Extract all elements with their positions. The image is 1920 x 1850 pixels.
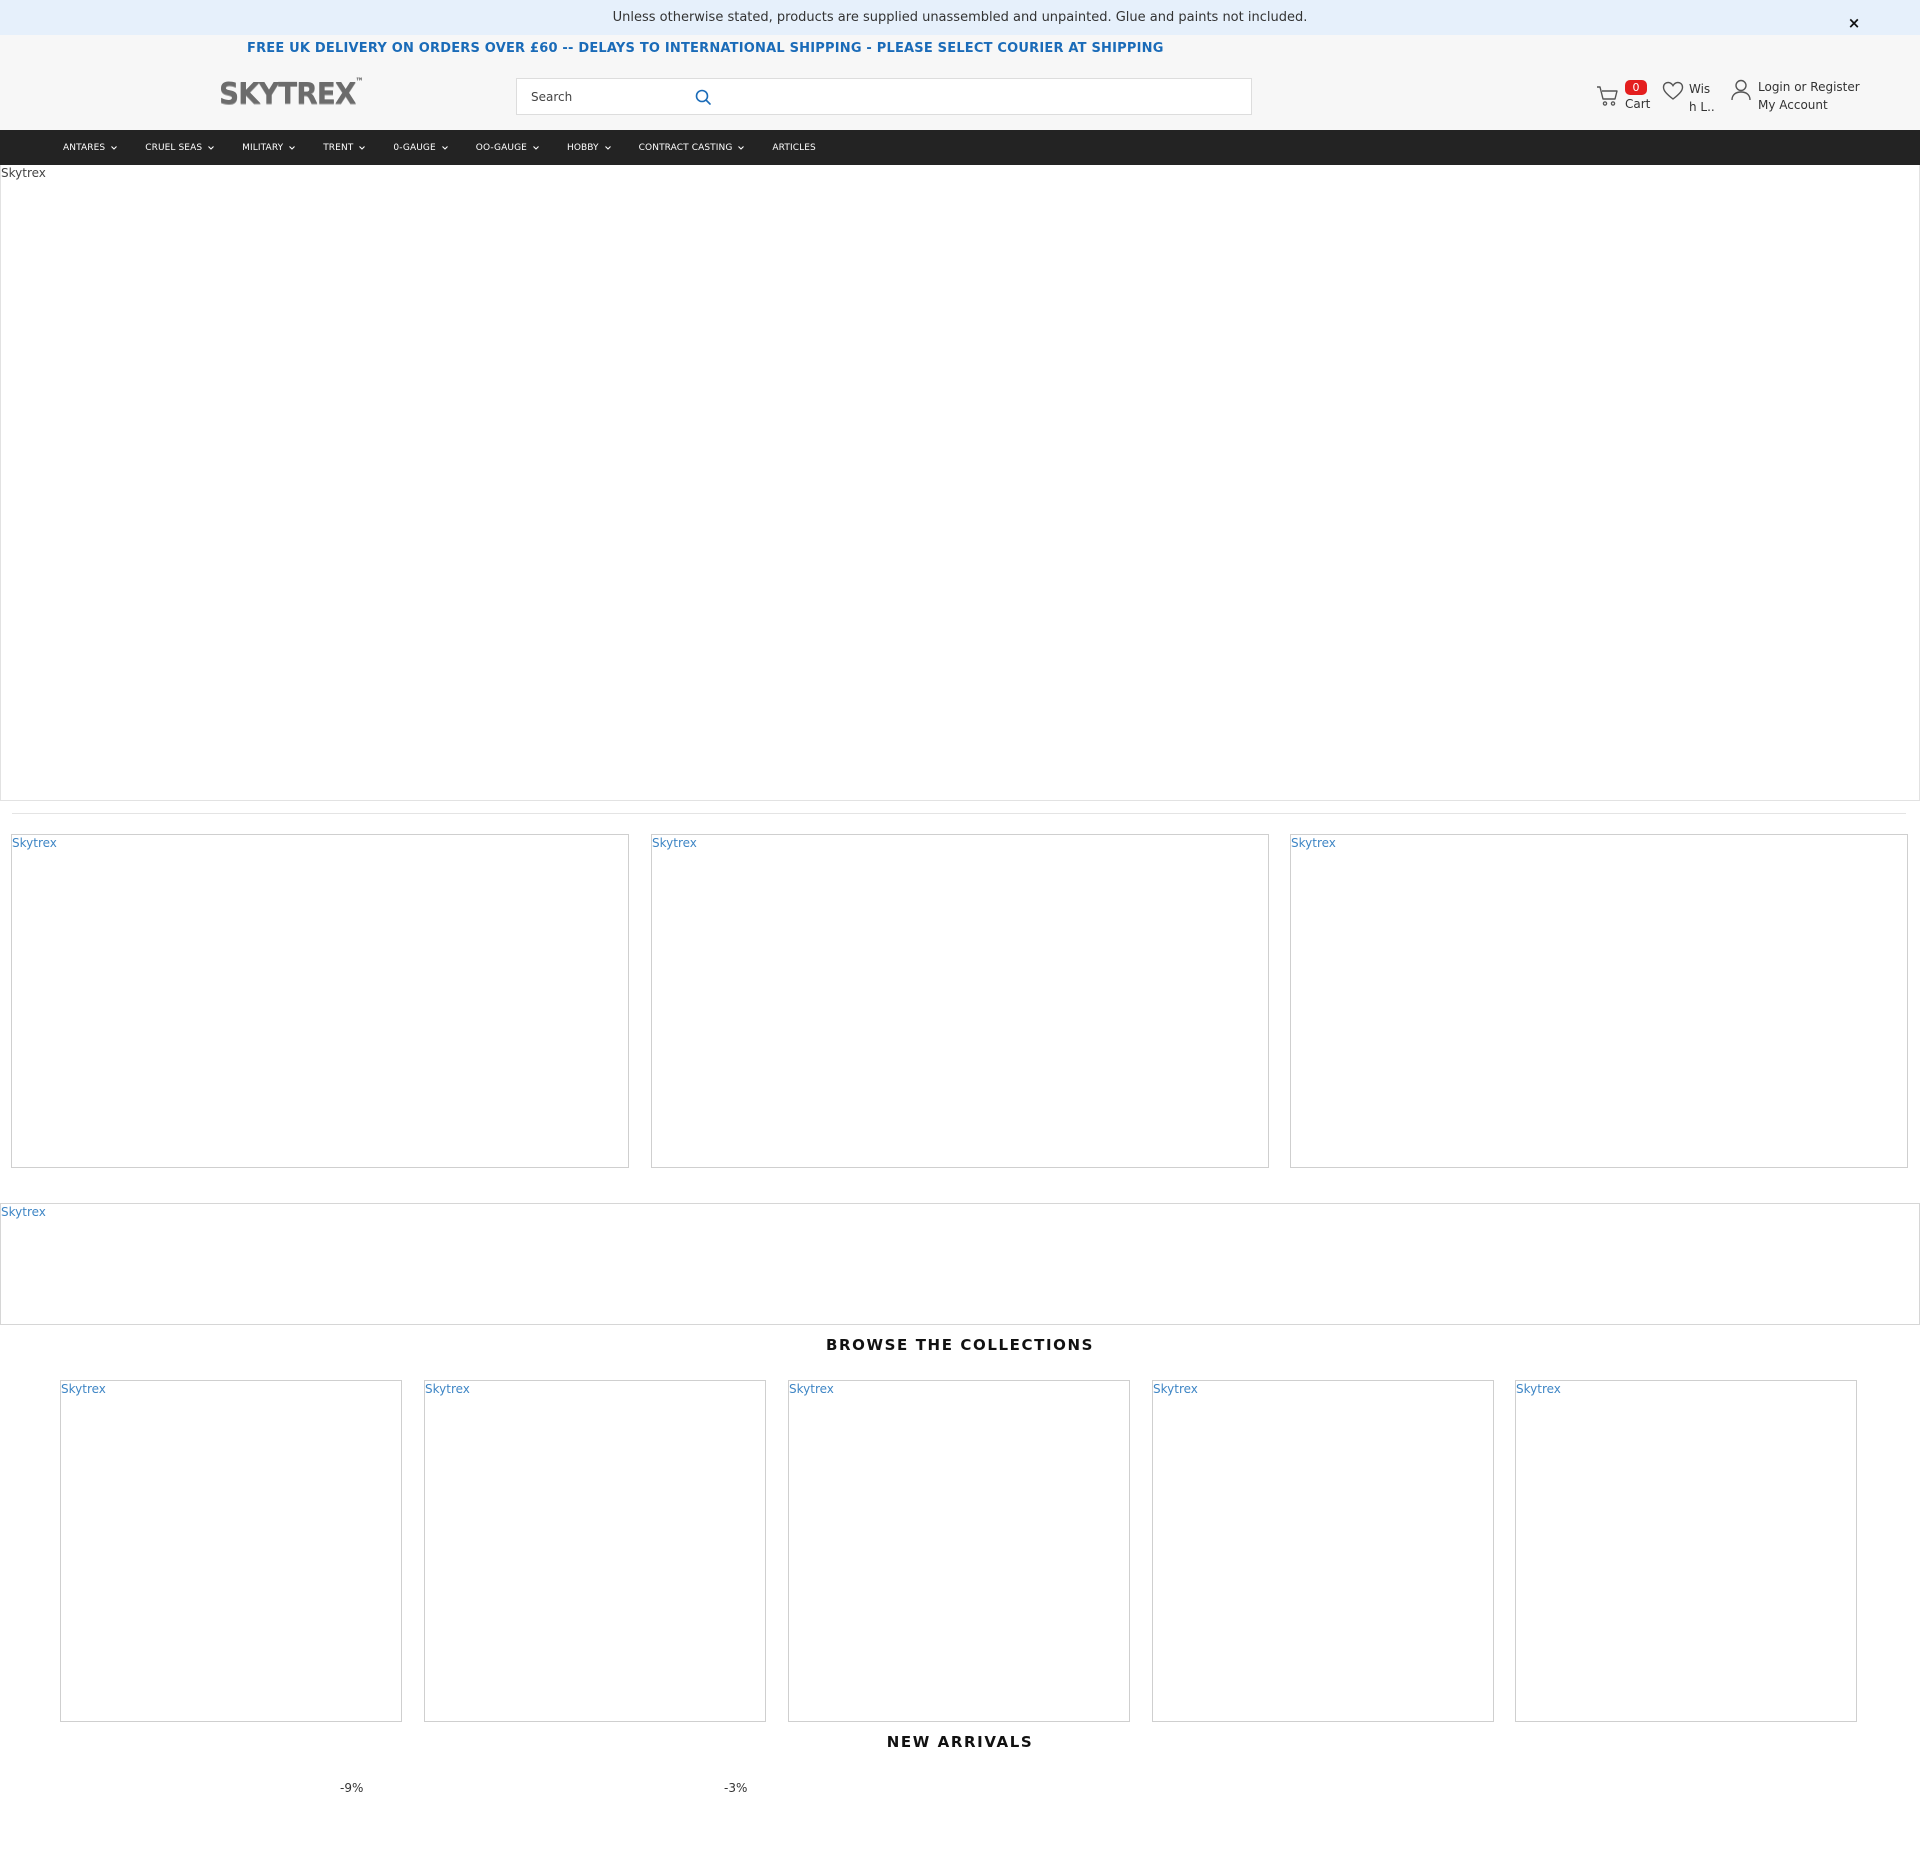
chevron-down-icon <box>289 145 296 150</box>
nav-item-oo-gauge[interactable]: OO-GAUGE <box>476 143 540 153</box>
chevron-down-icon <box>441 145 448 150</box>
nav-item-0-gauge[interactable]: 0-GAUGE <box>393 143 448 153</box>
nav-item-cruel-seas[interactable]: CRUEL SEAS <box>145 143 215 153</box>
feature-tile-3[interactable]: Skytrex <box>1290 834 1908 1168</box>
discount-badge: -9% <box>340 1781 364 1795</box>
search-icon[interactable] <box>694 88 712 106</box>
nav-item-label: TRENT <box>323 142 354 153</box>
wishlist-label: Wish L.. <box>1689 82 1715 114</box>
collection-tile-1[interactable]: Skytrex <box>60 1380 402 1722</box>
new-arrivals-title: NEW ARRIVALS <box>886 1733 1034 1751</box>
chevron-down-icon <box>111 145 118 150</box>
cart-icon <box>1597 86 1618 106</box>
collection-tile-4[interactable]: Skytrex <box>1152 1380 1494 1722</box>
promo-banner-text: FREE UK DELIVERY ON ORDERS OVER £60 -- D… <box>247 41 1164 56</box>
search-box <box>516 78 1252 115</box>
banner-alt: Skytrex <box>1 1205 46 1219</box>
nav-item-contract-casting[interactable]: CONTRACT CASTING <box>639 143 746 153</box>
main-nav: ANTARES CRUEL SEAS MILITARY TRENT 0-GAUGE OO-… <box>0 130 1920 165</box>
hero-image[interactable]: Skytrex <box>0 165 1920 801</box>
discount-badge: -3% <box>724 1781 748 1795</box>
nav-list: ANTARES CRUEL SEAS MILITARY TRENT 0-GAUGE OO-… <box>63 130 843 165</box>
wide-banner[interactable]: Skytrex <box>0 1203 1920 1325</box>
chevron-down-icon <box>208 145 215 150</box>
collection-tile-3[interactable]: Skytrex <box>788 1380 1130 1722</box>
chevron-down-icon <box>604 145 611 150</box>
nav-item-label: 0-GAUGE <box>393 142 436 153</box>
cart-button[interactable]: 0 Cart <box>1596 78 1656 122</box>
nav-item-military[interactable]: MILITARY <box>242 143 296 153</box>
chevron-down-icon <box>359 145 366 150</box>
account-area: Login or Register My Account <box>1731 78 1871 122</box>
search-input[interactable] <box>529 85 689 109</box>
login-register-link[interactable]: Login or Register <box>1758 80 1860 94</box>
nav-item-label: HOBBY <box>566 142 599 153</box>
nav-item-label: OO-GAUGE <box>475 142 527 153</box>
chevron-down-icon <box>533 145 539 150</box>
cart-label: Cart <box>1625 97 1651 111</box>
nav-item-label: CRUEL SEAS <box>145 142 203 153</box>
collection-tile-alt: Skytrex <box>1153 1382 1198 1396</box>
feature-tile-1[interactable]: Skytrex <box>11 834 629 1168</box>
logo-text: SKYTREX <box>219 76 357 111</box>
collection-tile-alt: Skytrex <box>789 1382 834 1396</box>
nav-item-label: ARTICLES <box>772 142 816 153</box>
collections-title: BROWSE THE COLLECTIONS <box>825 1336 1095 1354</box>
feature-tile-2[interactable]: Skytrex <box>651 834 1269 1168</box>
feature-tile-alt: Skytrex <box>652 836 697 850</box>
wishlist-button[interactable]: Wish L.. <box>1662 78 1722 122</box>
nav-item-label: CONTRACT CASTING <box>638 142 733 153</box>
user-icon <box>1731 79 1751 101</box>
collection-tile-5[interactable]: Skytrex <box>1515 1380 1857 1722</box>
notice-text: Unless otherwise stated, products are su… <box>612 10 1308 25</box>
nav-item-hobby[interactable]: HOBBY <box>567 143 612 153</box>
my-account-link[interactable]: My Account <box>1758 98 1828 112</box>
collection-tile-alt: Skytrex <box>425 1382 470 1396</box>
site-header: FREE UK DELIVERY ON ORDERS OVER £60 -- D… <box>0 35 1920 130</box>
feature-tile-alt: Skytrex <box>12 836 57 850</box>
logo-trademark: ™ <box>355 76 364 86</box>
nav-item-label: ANTARES <box>63 142 106 153</box>
section-divider <box>12 813 1906 814</box>
nav-item-label: MILITARY <box>242 142 284 153</box>
collection-tile-alt: Skytrex <box>1516 1382 1561 1396</box>
site-logo[interactable]: SKYTREX™ <box>219 76 364 111</box>
nav-item-trent[interactable]: TRENT <box>323 143 366 153</box>
feature-tile-alt: Skytrex <box>1291 836 1336 850</box>
notice-bar: Unless otherwise stated, products are su… <box>0 0 1920 35</box>
heart-icon <box>1662 81 1684 100</box>
nav-item-articles[interactable]: ARTICLES <box>772 143 815 153</box>
close-icon[interactable]: × <box>1846 15 1862 31</box>
nav-item-antares[interactable]: ANTARES <box>63 143 118 153</box>
chevron-down-icon <box>738 145 745 150</box>
collection-tile-alt: Skytrex <box>61 1382 106 1396</box>
collection-tile-2[interactable]: Skytrex <box>424 1380 766 1722</box>
cart-count-badge: 0 <box>1625 80 1647 95</box>
hero-image-alt: Skytrex <box>1 166 46 180</box>
